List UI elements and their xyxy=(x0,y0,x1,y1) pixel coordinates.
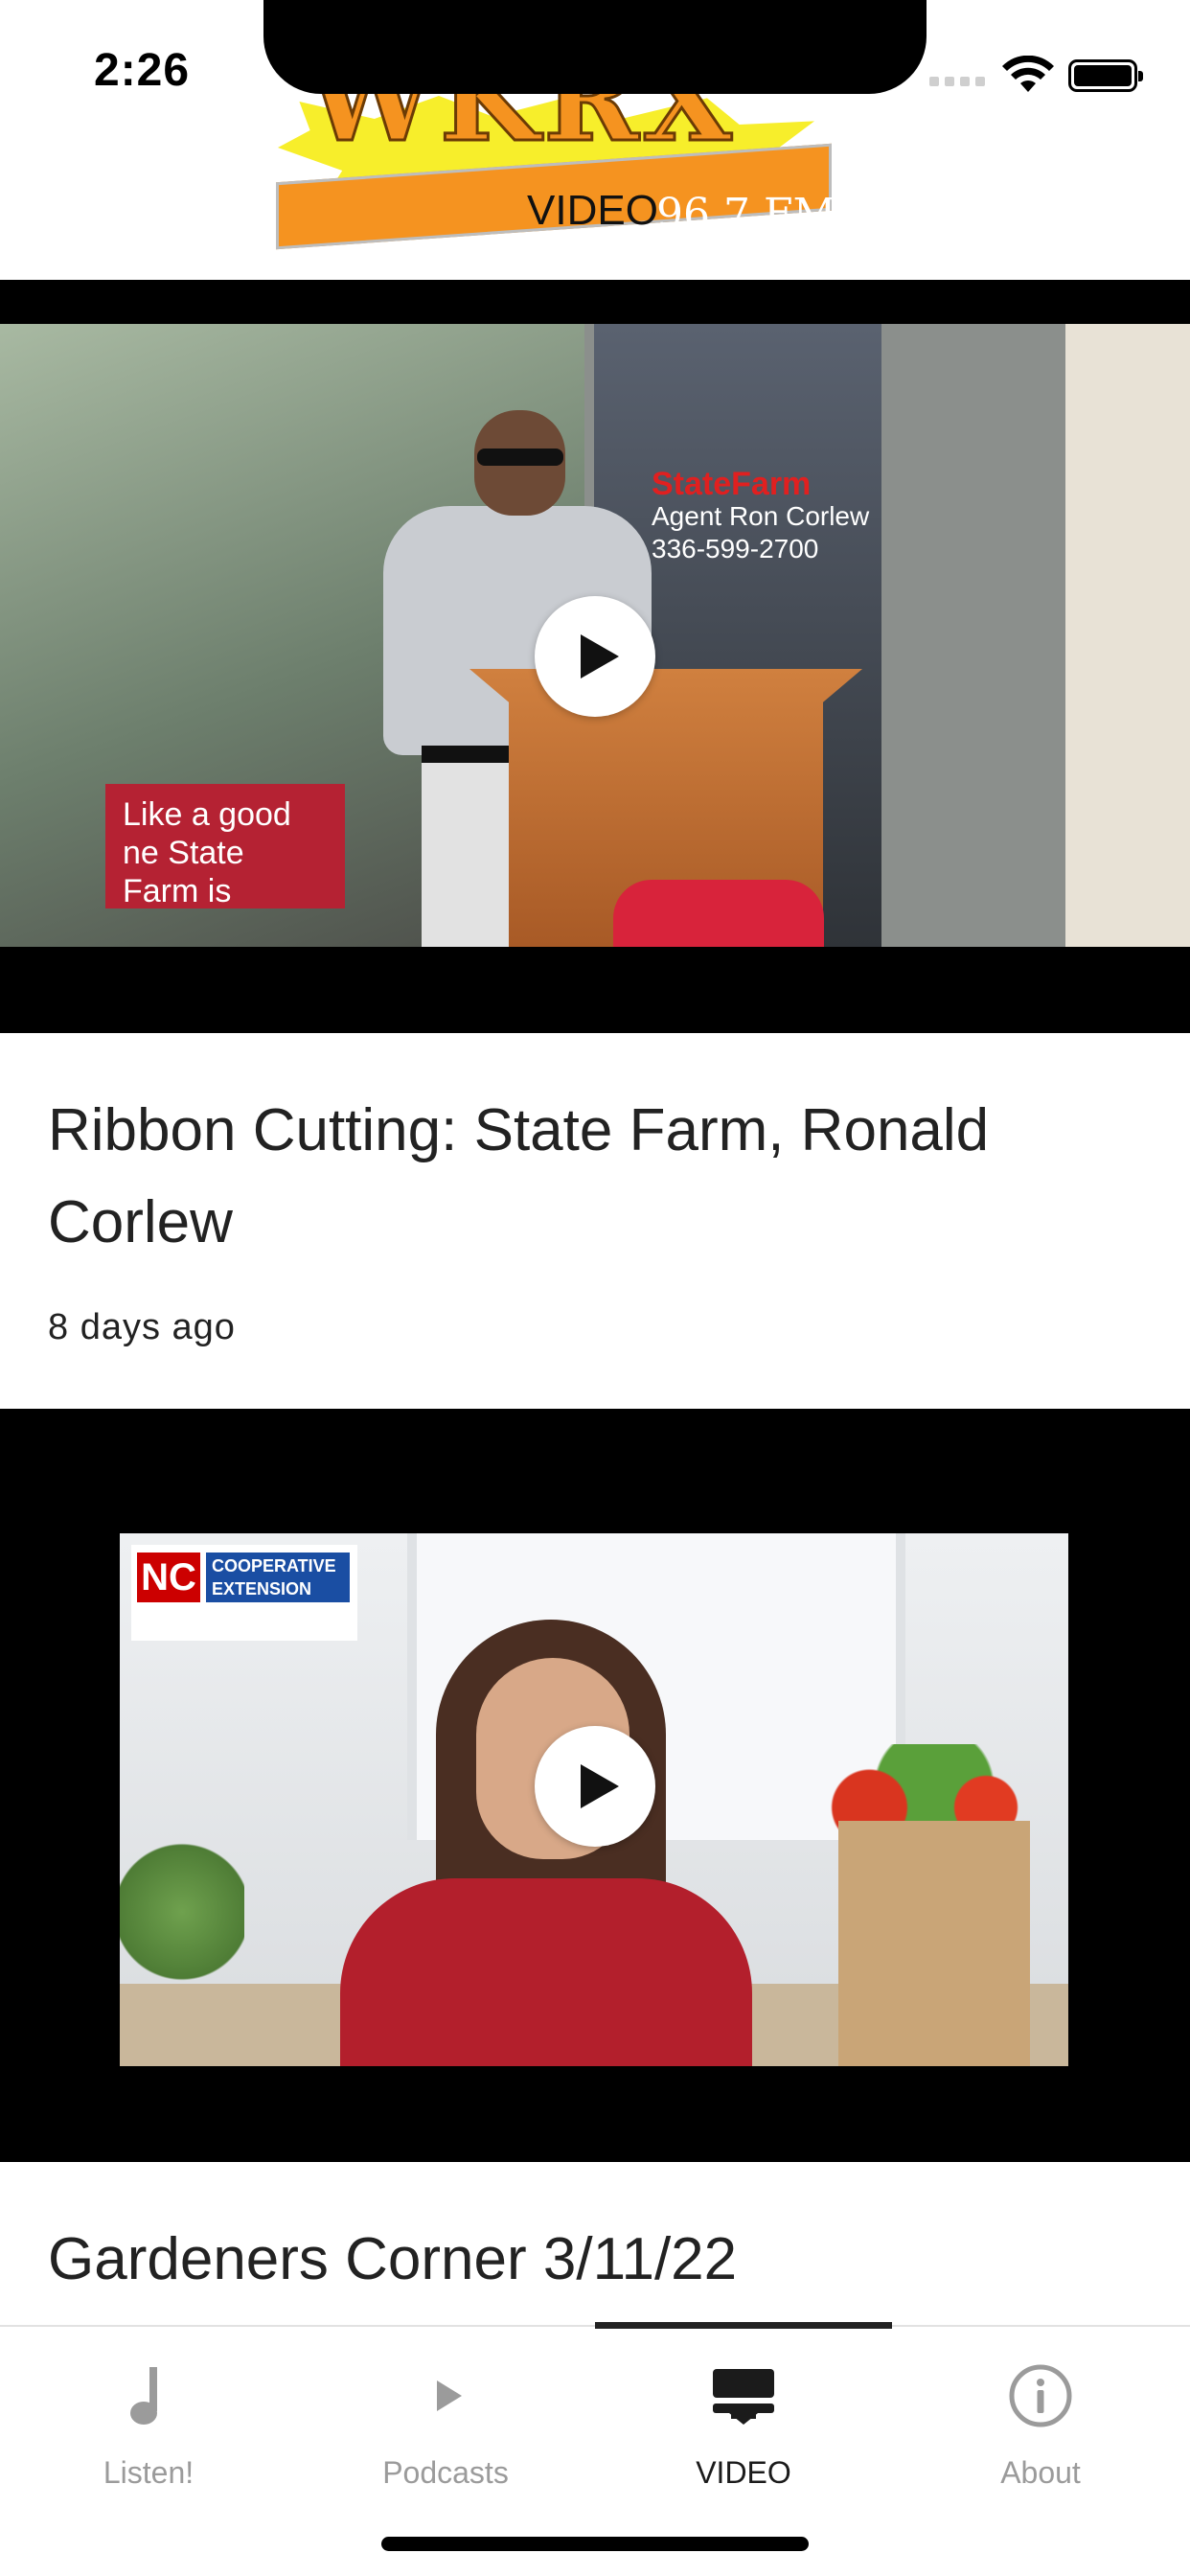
video-feed-icon xyxy=(713,2369,774,2425)
video-title[interactable]: Gardeners Corner 3/11/22 xyxy=(48,2214,1140,2306)
play-icon xyxy=(437,2380,462,2411)
extension-badge: NC COOPERATIVE EXTENSION xyxy=(131,1545,357,1641)
tab-video[interactable]: VIDEO xyxy=(595,2327,892,2518)
wifi-icon xyxy=(1002,56,1054,92)
tab-label: About xyxy=(1000,2455,1081,2490)
play-button[interactable] xyxy=(535,596,655,717)
info-icon xyxy=(1009,2364,1072,2427)
cellular-signal-icon xyxy=(929,77,985,86)
play-icon xyxy=(581,1764,619,1808)
music-note-icon xyxy=(130,2367,157,2425)
tab-podcasts[interactable]: Podcasts xyxy=(297,2327,594,2518)
logo-frequency: 96.7 FM xyxy=(656,190,836,239)
video-title[interactable]: Ribbon Cutting: State Farm, Ronald Corle… xyxy=(48,1085,1140,1269)
video-thumbnail[interactable]: NC COOPERATIVE EXTENSION xyxy=(0,1409,1190,2162)
logo-video-text: VIDEO xyxy=(527,187,658,234)
tab-listen[interactable]: Listen! xyxy=(0,2327,297,2518)
tab-label: Listen! xyxy=(103,2455,195,2490)
status-time: 2:26 xyxy=(94,45,191,96)
play-button[interactable] xyxy=(535,1726,655,1847)
video-thumbnail[interactable]: StateFarm Agent Ron Corlew 336-599-2700 … xyxy=(0,280,1190,1033)
video-age: 8 days ago xyxy=(48,1307,236,1347)
device-notch xyxy=(263,0,927,94)
play-icon xyxy=(581,634,619,678)
thumbnail-sign: StateFarm Agent Ron Corlew 336-599-2700 xyxy=(652,466,870,564)
battery-icon xyxy=(1068,59,1143,92)
status-bar: 2:26 xyxy=(0,0,1190,96)
tab-about[interactable]: About xyxy=(892,2327,1189,2518)
tab-label: VIDEO xyxy=(696,2455,791,2490)
home-indicator xyxy=(381,2537,809,2551)
tab-label: Podcasts xyxy=(382,2455,509,2490)
thumbnail-banner: Like a good ne State Farm is xyxy=(105,784,345,909)
